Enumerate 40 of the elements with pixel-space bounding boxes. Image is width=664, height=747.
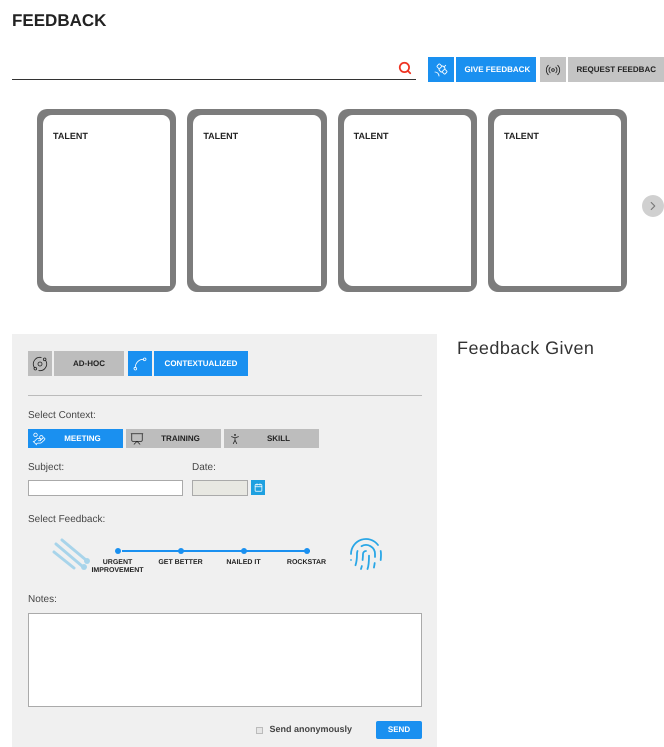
next-button[interactable] xyxy=(642,194,664,216)
page-title: FEEDBACK xyxy=(12,10,106,32)
spline-icon[interactable] xyxy=(128,351,152,376)
anonymous-label: Send anonymously xyxy=(269,723,352,736)
action-tab[interactable]: REQUEST FEEDBAC xyxy=(568,57,664,82)
context-icon xyxy=(130,432,144,446)
context-icon xyxy=(32,432,46,446)
notes-label: Notes: xyxy=(28,593,57,607)
search-icon xyxy=(398,60,412,74)
subject-field[interactable] xyxy=(28,480,183,496)
subject-label: Subject: xyxy=(28,461,66,475)
card-title: TALENT xyxy=(203,131,238,141)
context-tab[interactable]: TRAINING xyxy=(126,429,221,448)
card-title: TALENT xyxy=(53,131,88,141)
context-tab[interactable]: SKILL xyxy=(224,429,319,448)
context-label: Select Context: xyxy=(28,409,96,423)
card-title: TALENT xyxy=(504,131,539,141)
radio-icon[interactable] xyxy=(540,57,566,82)
talent-card[interactable]: TALENT xyxy=(37,109,176,292)
date-label: Date: xyxy=(192,461,217,475)
scale-point[interactable] xyxy=(304,548,310,554)
fingerprint-icon xyxy=(348,536,384,572)
date-field[interactable] xyxy=(192,480,248,496)
talent-card[interactable]: TALENT xyxy=(488,109,628,292)
scale-point[interactable] xyxy=(114,548,120,554)
anonymous-checkbox[interactable] xyxy=(256,726,264,734)
notes-field[interactable] xyxy=(28,613,422,707)
scale-point[interactable] xyxy=(178,548,184,554)
section-title: Feedback Given xyxy=(457,337,594,360)
orbit-icon[interactable] xyxy=(28,351,52,376)
feedback-label: Select Feedback: xyxy=(28,513,106,527)
talent-card[interactable]: TALENT xyxy=(338,109,477,292)
scale-point[interactable] xyxy=(240,548,246,554)
talent-card[interactable]: TALENT xyxy=(187,109,327,292)
calendar-button[interactable] xyxy=(251,480,265,495)
comet-icon xyxy=(52,538,92,572)
mode-tab[interactable]: AD-HOC xyxy=(54,351,124,376)
satellite-icon[interactable] xyxy=(428,57,454,82)
card-title: TALENT xyxy=(354,131,388,141)
context-icon xyxy=(228,432,242,446)
